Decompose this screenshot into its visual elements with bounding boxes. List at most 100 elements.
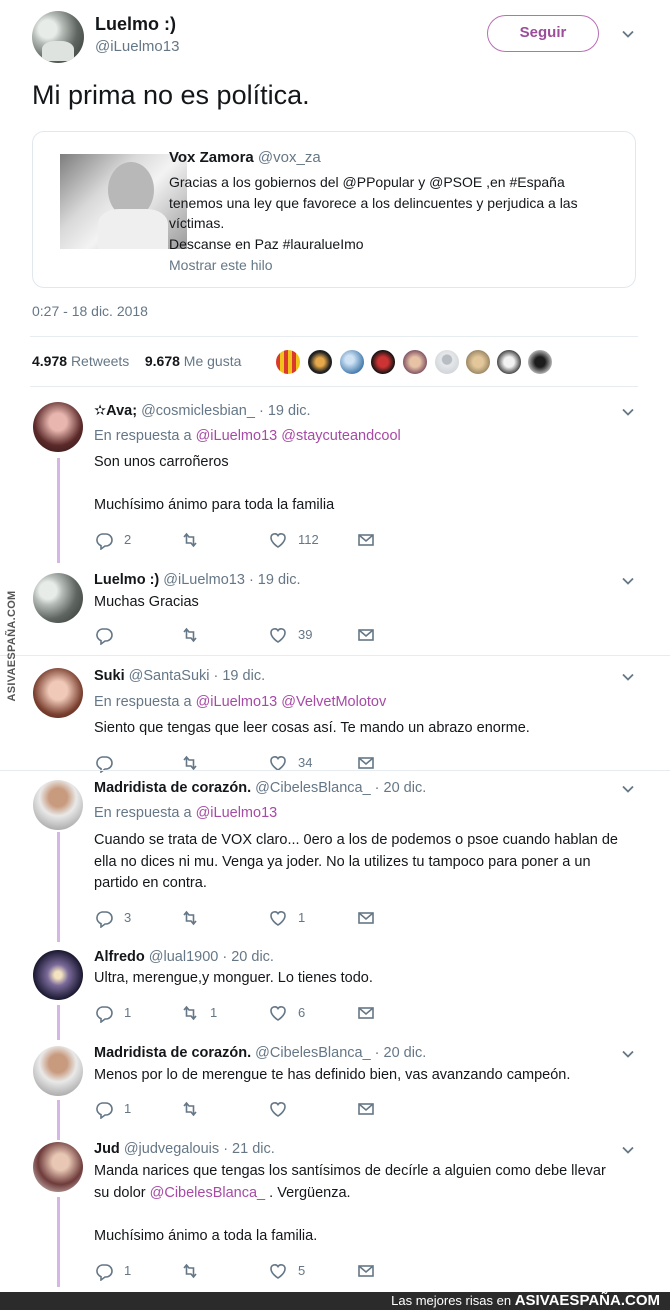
reply-avatar[interactable] — [33, 780, 83, 830]
retweet-icon[interactable] — [180, 1261, 200, 1281]
reply-action[interactable]: 2 — [94, 530, 131, 551]
liker-avatar[interactable] — [339, 349, 365, 375]
retweet-action[interactable] — [180, 908, 200, 928]
like-action[interactable]: 112 — [268, 530, 319, 550]
reply-action[interactable]: 3 — [94, 908, 131, 929]
like-icon[interactable] — [268, 1261, 288, 1281]
retweet-action[interactable] — [180, 1099, 200, 1119]
like-icon[interactable] — [268, 908, 288, 928]
like-action[interactable]: 1 — [268, 908, 305, 928]
like-action[interactable]: 5 — [268, 1261, 305, 1281]
like-icon[interactable] — [268, 530, 288, 550]
liker-avatar[interactable] — [370, 349, 396, 375]
reply-author-handle[interactable]: @CibelesBlanca_ — [255, 1045, 370, 1061]
mention-link[interactable]: @staycuteandcool — [281, 428, 401, 444]
retweet-icon[interactable] — [180, 530, 200, 550]
chevron-down-icon[interactable] — [621, 1143, 635, 1157]
message-icon[interactable] — [356, 625, 376, 645]
like-icon[interactable] — [268, 625, 288, 645]
liker-avatar[interactable] — [496, 349, 522, 375]
mention-link[interactable]: @iLuelmo13 — [196, 694, 278, 710]
reply-date[interactable]: · 20 dic. — [222, 949, 274, 965]
message-action[interactable] — [356, 1099, 376, 1119]
message-action[interactable] — [356, 1261, 376, 1281]
retweet-action[interactable] — [180, 1261, 200, 1281]
like-action[interactable] — [268, 1099, 288, 1119]
reply-icon[interactable] — [94, 1261, 114, 1282]
retweet-icon[interactable] — [180, 625, 200, 645]
reply-avatar[interactable] — [33, 402, 83, 452]
chevron-down-icon[interactable] — [621, 1047, 635, 1061]
reply-action[interactable]: 1 — [94, 1099, 131, 1120]
reply-author-handle[interactable]: @cosmiclesbian_ — [141, 403, 255, 419]
message-icon[interactable] — [356, 908, 376, 928]
message-action[interactable] — [356, 1003, 376, 1023]
reply-icon[interactable] — [94, 908, 114, 929]
reply-date[interactable]: · 19 dic. — [214, 668, 266, 684]
chevron-down-icon[interactable] — [621, 405, 635, 419]
reply-avatar[interactable] — [33, 950, 83, 1000]
like-action[interactable]: 6 — [268, 1003, 305, 1023]
like-action[interactable]: 39 — [268, 625, 312, 645]
like-icon[interactable] — [268, 1099, 288, 1119]
reply-author-name[interactable]: Alfredo — [94, 949, 145, 965]
liker-avatar[interactable] — [275, 349, 301, 375]
message-icon[interactable] — [356, 1261, 376, 1281]
tweet-timestamp[interactable]: 0:27 - 18 dic. 2018 — [32, 303, 148, 319]
reply-author-name[interactable]: Suki — [94, 668, 125, 684]
chevron-down-icon[interactable] — [621, 27, 635, 41]
message-icon[interactable] — [356, 1003, 376, 1023]
retweet-icon[interactable] — [180, 908, 200, 928]
reply-author-handle[interactable]: @judvegalouis — [124, 1141, 219, 1157]
liker-avatar[interactable] — [402, 349, 428, 375]
message-action[interactable] — [356, 625, 376, 645]
retweet-count[interactable]: 4.978 — [32, 353, 67, 369]
chevron-down-icon[interactable] — [621, 670, 635, 684]
like-icon[interactable] — [268, 1003, 288, 1023]
author-handle[interactable]: @iLuelmo13 — [95, 38, 179, 55]
reply-avatar[interactable] — [33, 573, 83, 623]
reply-date[interactable]: · 20 dic. — [375, 780, 427, 796]
mention-link[interactable]: @iLuelmo13 — [196, 805, 278, 821]
chevron-down-icon[interactable] — [621, 574, 635, 588]
reply-author-name[interactable]: Madridista de corazón. — [94, 780, 251, 796]
quoted-tweet-image[interactable] — [60, 154, 187, 249]
chevron-down-icon[interactable] — [621, 782, 635, 796]
reply-icon[interactable] — [94, 530, 114, 551]
retweet-icon[interactable] — [180, 1099, 200, 1119]
retweet-action[interactable] — [180, 625, 200, 645]
reply-author-handle[interactable]: @iLuelmo13 — [163, 572, 245, 588]
reply-date[interactable]: · 19 dic. — [249, 572, 301, 588]
reply-date[interactable]: · 21 dic. — [223, 1141, 275, 1157]
reply-author-name[interactable]: ✫Ava; — [94, 403, 137, 419]
reply-action[interactable] — [94, 625, 114, 646]
message-action[interactable] — [356, 530, 376, 550]
reply-author-handle[interactable]: @SantaSuki — [129, 668, 210, 684]
reply-avatar[interactable] — [33, 1046, 83, 1096]
reply-icon[interactable] — [94, 1099, 114, 1120]
reply-author-handle[interactable]: @lual1900 — [149, 949, 219, 965]
liker-avatar[interactable] — [434, 349, 460, 375]
message-icon[interactable] — [356, 1099, 376, 1119]
author-avatar[interactable] — [32, 11, 84, 63]
message-action[interactable] — [356, 908, 376, 928]
reply-date[interactable]: · 19 dic. — [259, 403, 311, 419]
quoted-tweet[interactable]: Vox Zamora @vox_za Gracias a los gobiern… — [32, 131, 636, 288]
reply-author-name[interactable]: Jud — [94, 1141, 120, 1157]
reply-action[interactable]: 1 — [94, 1261, 131, 1282]
reply-avatar[interactable] — [33, 668, 83, 718]
liker-avatar[interactable] — [527, 349, 553, 375]
reply-author-handle[interactable]: @CibelesBlanca_ — [255, 780, 370, 796]
author-name[interactable]: Luelmo :) — [95, 14, 176, 35]
message-icon[interactable] — [356, 530, 376, 550]
mention-link[interactable]: @CibelesBlanca_ — [150, 1185, 265, 1201]
show-thread-link[interactable]: Mostrar este hilo — [169, 257, 272, 273]
retweet-action[interactable]: 1 — [180, 1003, 217, 1023]
liker-avatar[interactable] — [307, 349, 333, 375]
retweet-action[interactable] — [180, 530, 200, 550]
reply-icon[interactable] — [94, 625, 114, 646]
reply-author-name[interactable]: Luelmo :) — [94, 572, 159, 588]
reply-author-name[interactable]: Madridista de corazón. — [94, 1045, 251, 1061]
footer-brand[interactable]: ASIVAESPAÑA.COM — [515, 1292, 660, 1309]
retweet-label[interactable]: Retweets — [71, 353, 129, 369]
